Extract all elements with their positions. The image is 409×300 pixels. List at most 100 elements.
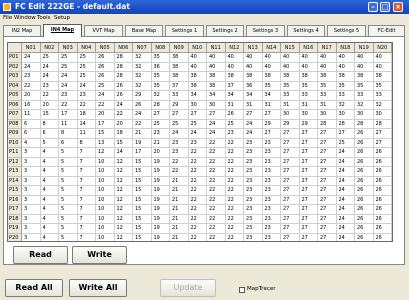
grid-cell[interactable]: 5 <box>40 138 59 148</box>
tab-fc-edit[interactable]: FC-Edit <box>368 25 405 36</box>
grid-cell[interactable]: 26 <box>373 195 392 205</box>
grid-cell[interactable]: 34 <box>225 91 244 101</box>
grid-cell[interactable]: 18 <box>114 129 133 139</box>
grid-cell[interactable]: 23 <box>170 148 189 158</box>
maximize-icon[interactable]: □ <box>380 2 390 12</box>
grid-cell[interactable]: 22 <box>225 195 244 205</box>
grid-cell[interactable]: 35 <box>299 81 318 91</box>
grid-cell[interactable]: 22 <box>207 224 226 234</box>
grid-cell[interactable]: 23 <box>244 233 263 241</box>
grid-cell[interactable]: 22 <box>207 148 226 158</box>
grid-cell[interactable]: 22 <box>207 167 226 177</box>
grid-cell[interactable]: 24 <box>207 119 226 129</box>
grid-cell[interactable]: 5 <box>59 205 78 215</box>
grid-cell[interactable]: 22 <box>207 186 226 196</box>
grid-cell[interactable]: 22 <box>188 195 207 205</box>
grid-cell[interactable]: 15 <box>96 129 115 139</box>
grid-cell[interactable]: 15 <box>114 138 133 148</box>
grid-cell[interactable]: 27 <box>299 157 318 167</box>
grid-cell[interactable]: 3 <box>22 205 41 215</box>
grid-cell[interactable]: 19 <box>151 167 170 177</box>
grid-cell[interactable]: 26 <box>373 214 392 224</box>
grid-cell[interactable]: 40 <box>207 62 226 72</box>
grid-cell[interactable]: 7 <box>77 148 96 158</box>
grid-cell[interactable]: 24 <box>22 62 41 72</box>
title-bar[interactable]: FC Edit 222GE - default.dat – □ × <box>0 0 409 14</box>
grid-cell[interactable]: 31 <box>225 100 244 110</box>
grid-cell[interactable]: 30 <box>281 110 300 120</box>
grid-cell[interactable]: 24 <box>336 167 355 177</box>
grid-cell[interactable]: 27 <box>318 157 337 167</box>
grid-cell[interactable]: 33 <box>336 91 355 101</box>
grid-cell[interactable]: 28 <box>151 100 170 110</box>
grid-cell[interactable]: 22 <box>225 205 244 215</box>
grid-cell[interactable]: 26 <box>355 157 374 167</box>
grid-cell[interactable]: 40 <box>262 62 281 72</box>
grid-cell[interactable]: 26 <box>133 100 152 110</box>
grid-cell[interactable]: 27 <box>318 138 337 148</box>
grid-cell[interactable]: 24 <box>114 100 133 110</box>
grid-cell[interactable]: 22 <box>188 214 207 224</box>
grid-cell[interactable]: 21 <box>133 129 152 139</box>
grid-cell[interactable]: 27 <box>207 110 226 120</box>
grid-cell[interactable]: 27 <box>318 148 337 158</box>
grid-cell[interactable]: 23 <box>262 214 281 224</box>
grid-cell[interactable]: 4 <box>22 138 41 148</box>
grid-cell[interactable]: 40 <box>262 53 281 63</box>
grid-cell[interactable]: 26 <box>355 214 374 224</box>
tab-settings-5[interactable]: Settings 5 <box>327 25 366 36</box>
menu-file[interactable]: File <box>3 15 12 21</box>
grid-cell[interactable]: 21 <box>170 214 189 224</box>
grid-cell[interactable]: 13 <box>96 138 115 148</box>
grid-cell[interactable]: 24 <box>244 119 263 129</box>
grid-cell[interactable]: 37 <box>225 81 244 91</box>
grid-cell[interactable]: 3 <box>22 167 41 177</box>
grid-cell[interactable]: 38 <box>281 72 300 82</box>
grid-cell[interactable]: 38 <box>355 72 374 82</box>
grid-cell[interactable]: 32 <box>355 100 374 110</box>
grid-cell[interactable]: 28 <box>114 72 133 82</box>
grid-cell[interactable]: 8 <box>40 119 59 129</box>
grid-cell[interactable]: 27 <box>299 148 318 158</box>
grid-cell[interactable]: 10 <box>96 186 115 196</box>
grid-cell[interactable]: 23 <box>244 224 263 234</box>
grid-cell[interactable]: 22 <box>207 233 226 241</box>
grid-cell[interactable]: 34 <box>262 91 281 101</box>
grid-cell[interactable]: 37 <box>170 81 189 91</box>
grid-cell[interactable]: 23 <box>262 138 281 148</box>
grid-cell[interactable]: 5 <box>59 195 78 205</box>
tab-settings-1[interactable]: Settings 1 <box>165 25 204 36</box>
grid-cell[interactable]: 34 <box>207 91 226 101</box>
grid-cell[interactable]: 19 <box>151 157 170 167</box>
grid-cell[interactable]: 35 <box>262 81 281 91</box>
grid-cell[interactable]: 40 <box>299 53 318 63</box>
tab-in4-map[interactable]: IN4 Map <box>43 24 82 37</box>
grid-cell[interactable]: 22 <box>188 167 207 177</box>
grid-cell[interactable]: 10 <box>96 195 115 205</box>
grid-cell[interactable]: 22 <box>225 224 244 234</box>
grid-cell[interactable]: 3 <box>22 195 41 205</box>
grid-cell[interactable]: 24 <box>40 62 59 72</box>
grid-cell[interactable]: 24 <box>22 53 41 63</box>
grid-cell[interactable]: 4 <box>40 157 59 167</box>
grid-cell[interactable]: 31 <box>299 100 318 110</box>
grid-cell[interactable]: 23 <box>262 148 281 158</box>
grid-cell[interactable]: 19 <box>152 233 170 241</box>
grid-cell[interactable]: 11 <box>22 110 41 120</box>
grid-cell[interactable]: 26 <box>355 148 374 158</box>
grid-cell[interactable]: 23 <box>244 167 263 177</box>
grid-cell[interactable]: 6 <box>40 129 59 139</box>
grid-cell[interactable]: 4 <box>40 148 59 158</box>
grid-cell[interactable]: 40 <box>225 62 244 72</box>
grid-cell[interactable]: 25 <box>40 53 59 63</box>
grid-cell[interactable]: 40 <box>188 62 207 72</box>
grid-cell[interactable]: 21 <box>170 176 189 186</box>
grid-cell[interactable]: 19 <box>133 138 152 148</box>
grid-cell[interactable]: 7 <box>77 224 96 234</box>
grid-cell[interactable]: 38 <box>170 62 189 72</box>
grid-cell[interactable]: 7 <box>77 176 96 186</box>
grid-cell[interactable]: 35 <box>151 53 170 63</box>
grid-cell[interactable]: 26 <box>373 205 392 215</box>
grid-cell[interactable]: 33 <box>281 91 300 101</box>
grid-cell[interactable]: 26 <box>373 157 392 167</box>
